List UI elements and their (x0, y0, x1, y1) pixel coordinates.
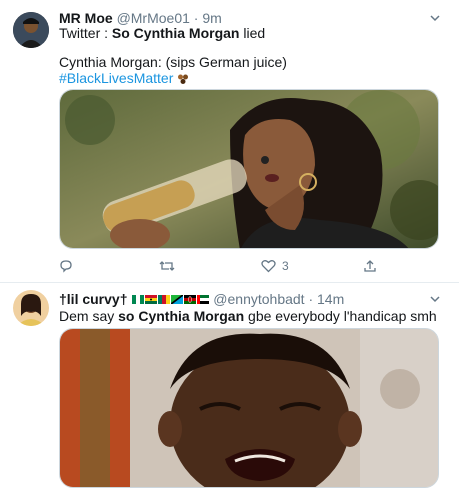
chevron-down-icon[interactable] (429, 12, 441, 24)
text-suffix: gbe everybody l'handicap smh (244, 308, 437, 324)
nigeria-flag-icon (132, 294, 145, 304)
retweet-icon (159, 261, 175, 271)
flag-emojis (131, 291, 213, 307)
tweet-header: †lil curvy† @ennytohbadt · 14m (59, 290, 431, 308)
like-button[interactable]: 3 (261, 256, 289, 276)
tanzania-flag-icon (171, 294, 184, 304)
ghana-flag-icon (145, 294, 158, 304)
tweet-text: Dem say so Cynthia Morgan gbe everybody … (59, 307, 445, 326)
retweet-button[interactable] (159, 256, 181, 276)
tweet-actions: 3 (59, 256, 379, 276)
tweet[interactable]: †lil curvy† @ennytohbadt · 14m Dem say s… (0, 283, 459, 488)
text-bold: so Cynthia Morgan (118, 308, 245, 324)
tweet-media[interactable] (59, 328, 439, 488)
kenya-flag-icon (184, 294, 197, 304)
tweet-text-line-3: #BlackLivesMatter (59, 69, 445, 88)
uae-flag-icon (197, 294, 210, 304)
share-button[interactable] (363, 256, 377, 276)
like-count: 3 (282, 259, 289, 273)
tweet[interactable]: MR Moe @MrMoe01 · 9m Twitter : So Cynthi… (0, 0, 459, 283)
handle[interactable]: @ennytohbadt (213, 291, 304, 307)
hashtag-link[interactable]: #BlackLivesMatter (59, 70, 173, 86)
tweet-media[interactable] (59, 89, 439, 249)
display-name[interactable]: †lil curvy† (59, 291, 128, 307)
chevron-down-icon[interactable] (429, 293, 441, 305)
cameroon-flag-icon (158, 294, 171, 304)
like-icon (261, 260, 276, 273)
reply-icon (60, 260, 72, 273)
share-icon (364, 260, 376, 272)
avatar[interactable] (13, 290, 49, 326)
media-image (60, 90, 438, 248)
text-suffix: lied (239, 25, 266, 41)
raised-fists-emoji-icon (178, 74, 189, 85)
tweet-text-line-1: Twitter : So Cynthia Morgan lied (59, 24, 445, 43)
reply-button[interactable] (59, 256, 79, 276)
timestamp[interactable]: 14m (317, 291, 344, 307)
text-bold: So Cynthia Morgan (111, 25, 240, 41)
separator: · (308, 291, 314, 307)
text-prefix: Dem say (59, 308, 119, 324)
media-image (60, 329, 438, 487)
text-prefix: Twitter : (59, 25, 112, 41)
avatar[interactable] (13, 12, 49, 48)
